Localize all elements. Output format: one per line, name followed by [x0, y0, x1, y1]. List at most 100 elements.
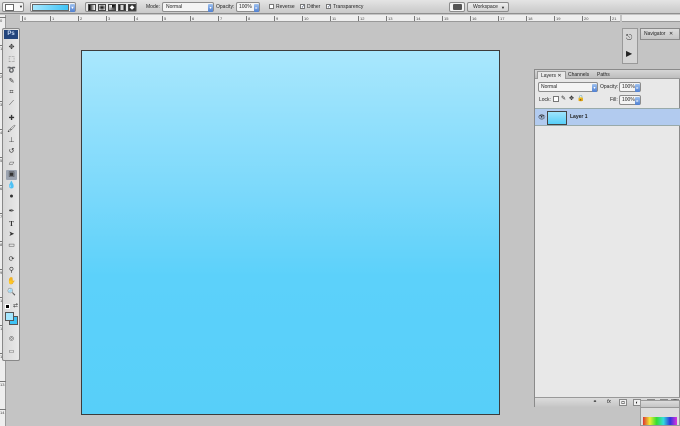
tab-layers-label: Layers — [541, 73, 557, 79]
ruler-tick-label: 11 — [330, 16, 337, 21]
move-tool-icon[interactable]: ✥ — [6, 43, 17, 53]
marquee-tool-icon[interactable]: ⬚ — [6, 55, 17, 65]
ruler-tick-label: 2 — [78, 16, 83, 21]
visibility-eye-icon[interactable]: 👁 — [538, 114, 546, 121]
screen-mode-icon[interactable]: ▭ — [6, 347, 17, 357]
clone-stamp-tool-icon[interactable]: ⊥ — [6, 136, 17, 146]
fill-field[interactable]: 100% ▸ — [619, 95, 641, 105]
layer-mask-icon[interactable]: ◘ — [619, 399, 627, 406]
blend-mode-value: Normal — [541, 84, 558, 90]
reverse-checkbox[interactable] — [269, 4, 274, 9]
brush-tool-icon[interactable]: 🖌 — [6, 125, 17, 135]
hand-tool-icon[interactable]: ✋ — [6, 277, 17, 287]
close-icon[interactable]: ✕ — [669, 31, 673, 38]
lock-image-icon[interactable]: ✎ — [561, 95, 566, 102]
collapsed-panel-strip: ⎋ ▶ — [622, 28, 638, 64]
type-tool-icon[interactable]: T — [6, 219, 17, 229]
foreground-color-swatch[interactable] — [5, 312, 14, 321]
eraser-tool-icon[interactable]: ▱ — [6, 159, 17, 169]
ruler-tick-label: 8 — [246, 16, 251, 21]
layer-thumbnail — [547, 111, 567, 125]
blur-tool-icon[interactable]: 💧 — [6, 181, 17, 191]
layer-opacity-field[interactable]: 100% ▸ — [619, 82, 641, 92]
layer-style-icon[interactable]: fx — [605, 399, 613, 406]
radial-gradient-button[interactable] — [98, 4, 106, 11]
photoshop-logo: Ps — [4, 30, 18, 39]
3d-rotate-tool-icon[interactable]: ⟳ — [6, 255, 17, 265]
horizontal-ruler: 0 1 2 3 4 5 6 7 8 9 10 11 12 13 14 15 16 17 18 19 20 21 — [20, 15, 620, 22]
slice-tool-icon[interactable]: ⟋ — [6, 99, 17, 109]
lock-all-icon[interactable]: 🔒 — [577, 95, 584, 102]
chevron-down-icon: ▼ — [19, 4, 23, 9]
crop-tool-icon[interactable]: ⌗ — [6, 88, 17, 98]
swap-colors-icon[interactable]: ⇄ — [13, 302, 18, 309]
linear-gradient-button[interactable] — [88, 4, 96, 11]
zoom-tool-icon[interactable]: 🔍 — [6, 288, 17, 298]
shape-tool-icon[interactable]: ▭ — [6, 241, 17, 251]
quick-selection-tool-icon[interactable]: ✎ — [6, 77, 17, 87]
history-icon[interactable]: ⎋ — [626, 33, 632, 43]
diamond-gradient-button[interactable]: ◆ — [128, 4, 136, 11]
fill-label: Fill: — [610, 97, 618, 103]
eyedropper-tool-icon[interactable]: ⚲ — [6, 266, 17, 276]
gradient-picker[interactable]: ▼ — [30, 2, 76, 12]
ruler-tick-label: 13 — [0, 381, 6, 387]
ruler-tick-label: 12 — [358, 16, 365, 21]
transparency-checkbox[interactable]: ✓ — [326, 4, 331, 10]
quick-mask-icon[interactable]: ◎ — [6, 334, 17, 344]
tools-panel: Ps ✥ ⬚ ➰ ✎ ⌗ ⟋ ✚ 🖌 ⊥ ↺ ▱ ▣ 💧 ● ✒ T ➤ ▭ ⟳… — [2, 28, 20, 361]
tab-paths[interactable]: Paths — [594, 71, 613, 79]
opacity-field[interactable]: 100% ▸ — [236, 2, 260, 12]
tab-layers[interactable]: Layers ✕ — [537, 71, 566, 79]
workspace-button[interactable]: Workspace ▼ — [467, 2, 509, 12]
link-layers-icon[interactable]: ⚭ — [591, 399, 599, 406]
ruler-tick-label: 5 — [162, 16, 167, 21]
horizontal-ruler-right — [622, 15, 680, 22]
color-spectrum[interactable] — [643, 417, 677, 425]
angle-gradient-button[interactable] — [108, 4, 116, 11]
ruler-tick-label: 7 — [218, 16, 223, 21]
mode-value: Normal — [166, 4, 183, 10]
chevron-down-icon: ▼ — [501, 5, 505, 10]
ruler-tick-label: 19 — [554, 16, 561, 21]
history-brush-tool-icon[interactable]: ↺ — [6, 147, 17, 157]
tool-preset-picker[interactable]: ▼ — [2, 2, 24, 12]
ruler-tick-label: 10 — [302, 16, 309, 21]
lock-transparent-icon[interactable] — [553, 96, 559, 102]
path-selection-tool-icon[interactable]: ➤ — [6, 230, 17, 240]
chevron-down-icon: ▾ — [592, 84, 597, 92]
dodge-tool-icon[interactable]: ● — [6, 192, 17, 202]
chevron-down-icon: ▼ — [70, 4, 75, 12]
ruler-tick-label: 14 — [0, 409, 6, 415]
opacity-value: 100% — [239, 4, 252, 10]
ruler-tick-label: 14 — [414, 16, 421, 21]
document-canvas[interactable] — [81, 50, 500, 415]
default-colors-icon[interactable] — [5, 304, 10, 309]
blend-mode-select[interactable]: Normal ▾ — [538, 82, 598, 92]
ruler-tick-label: 13 — [386, 16, 393, 21]
partial-panel-bottom-right — [640, 400, 680, 426]
lasso-tool-icon[interactable]: ➰ — [6, 66, 17, 76]
mode-select[interactable]: Normal ▾ — [162, 2, 214, 12]
chevron-right-icon: ▸ — [635, 84, 640, 92]
mode-label: Mode: — [146, 4, 160, 10]
reflected-gradient-button[interactable] — [118, 4, 126, 11]
gradient-tool-icon — [5, 4, 14, 11]
healing-brush-tool-icon[interactable]: ✚ — [6, 114, 17, 124]
chevron-right-icon: ▸ — [254, 4, 259, 12]
layer-name[interactable]: Layer 1 — [570, 114, 588, 121]
lock-position-icon[interactable]: ✥ — [569, 95, 574, 102]
pen-tool-icon[interactable]: ✒ — [6, 207, 17, 217]
dither-checkbox[interactable]: ✓ — [300, 4, 305, 10]
actions-icon[interactable]: ▶ — [626, 49, 632, 58]
tab-channels[interactable]: Channels — [565, 71, 592, 79]
palette-well-button[interactable] — [449, 2, 465, 12]
ruler-tick-label: 15 — [442, 16, 449, 21]
close-icon[interactable]: ✕ — [557, 73, 561, 79]
transparency-label: Transparency — [333, 4, 364, 10]
layer-row[interactable]: 👁 Layer 1 — [535, 108, 680, 126]
layer-opacity-label: Opacity: — [600, 84, 619, 90]
gradient-tool-icon[interactable]: ▣ — [6, 170, 17, 180]
ruler-tick-label: 0 — [0, 17, 6, 23]
tab-navigator[interactable]: Navigator — [644, 31, 665, 38]
